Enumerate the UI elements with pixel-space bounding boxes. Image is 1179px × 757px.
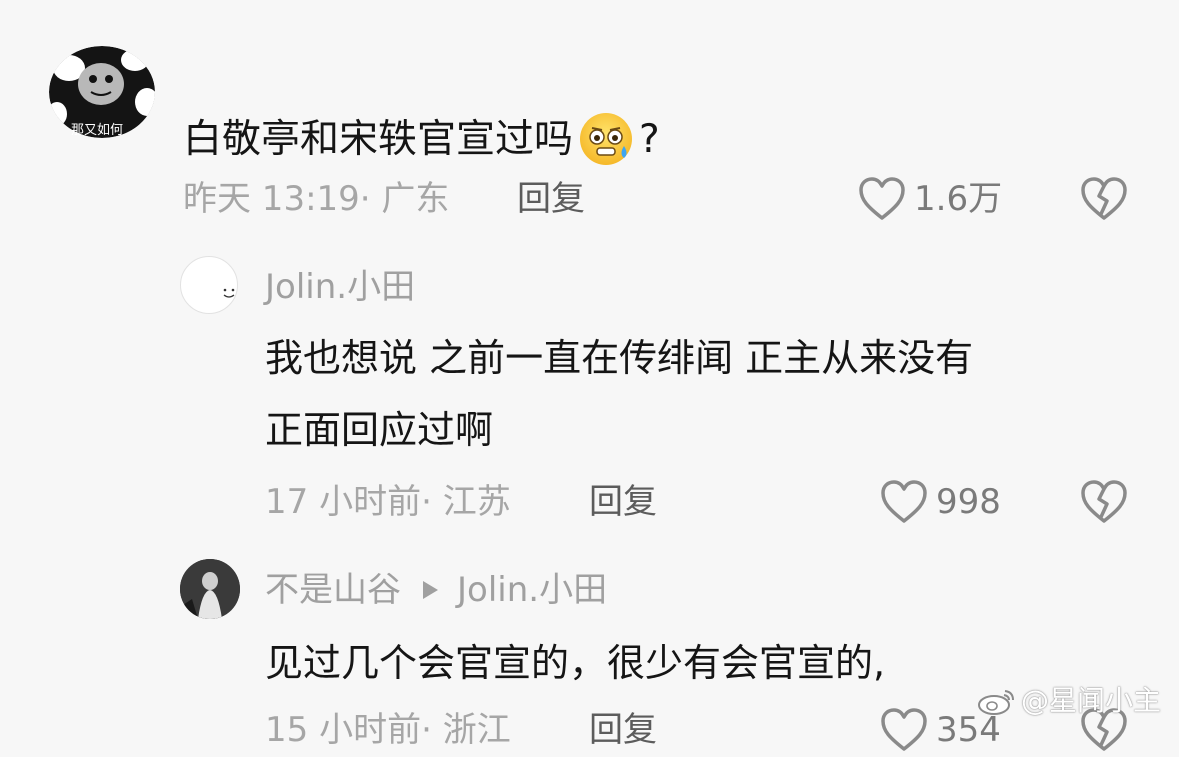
- comment-meta: 17 小时前· 江苏: [265, 485, 511, 519]
- comment-text: 见过几个会官宣的，很少有会官宣的,: [265, 641, 886, 685]
- like-button[interactable]: 1.6万: [858, 176, 1002, 222]
- weibo-logo-icon: [978, 690, 1014, 715]
- comment-time: 昨天 13:19: [183, 179, 360, 219]
- comment-time: 17 小时前: [265, 482, 422, 522]
- heart-outline-icon: [881, 480, 927, 523]
- comment-location: · 浙江: [421, 710, 511, 750]
- avatar-caption: 那又如何: [71, 123, 124, 138]
- comment-time: 15 小时前: [265, 710, 422, 750]
- heart-outline-icon: [881, 708, 927, 751]
- avatar[interactable]: [180, 256, 238, 314]
- reply-button[interactable]: 回复: [589, 485, 657, 519]
- like-count: 1.6万: [914, 179, 1003, 219]
- watermark: @星闻小主: [977, 686, 1161, 716]
- comment-text: 我也想说 之前一直在传绯闻 正主从来没有 正面回应过啊: [265, 322, 973, 466]
- heart-outline-icon: [859, 177, 905, 220]
- reply-button[interactable]: 回复: [589, 713, 657, 747]
- comment-meta: 15 小时前· 浙江: [265, 713, 511, 747]
- avatar[interactable]: [180, 559, 240, 619]
- photo-avatar-image: [180, 559, 240, 619]
- sweating-face-emoji-icon: [577, 110, 635, 168]
- reply-button[interactable]: 回复: [517, 182, 585, 216]
- watermark-text: @星闻小主: [1021, 684, 1162, 717]
- like-count: 998: [936, 482, 1001, 522]
- comment-text-body: 白敬亭和宋轶官宣过吗: [183, 116, 574, 162]
- username[interactable]: Jolin.小田: [265, 270, 415, 304]
- dislike-button[interactable]: [1080, 176, 1128, 226]
- like-button[interactable]: 998: [880, 479, 1001, 525]
- play-triangle-icon: [423, 581, 438, 599]
- comment-text-suffix: ?: [639, 116, 660, 162]
- comment-text-line: 正面回应过啊: [265, 408, 494, 452]
- broken-heart-icon: [1081, 480, 1127, 523]
- reply-header: 不是山谷 Jolin.小田: [265, 573, 607, 607]
- comment-meta: 昨天 13:19· 广东: [183, 182, 449, 216]
- comment-text-line: 我也想说 之前一直在传绯闻 正主从来没有: [265, 336, 974, 380]
- smiley-avatar-image: [223, 288, 235, 298]
- dislike-button[interactable]: [1080, 479, 1128, 529]
- comment-location: · 江苏: [421, 482, 511, 522]
- username[interactable]: 不是山谷: [265, 573, 401, 607]
- broken-heart-icon: [1081, 177, 1127, 220]
- comment-text: 白敬亭和宋轶官宣过吗 ?: [183, 110, 660, 168]
- like-count: 354: [936, 710, 1001, 750]
- comment-location: · 广东: [359, 179, 450, 219]
- reply-to-username[interactable]: Jolin.小田: [457, 573, 607, 607]
